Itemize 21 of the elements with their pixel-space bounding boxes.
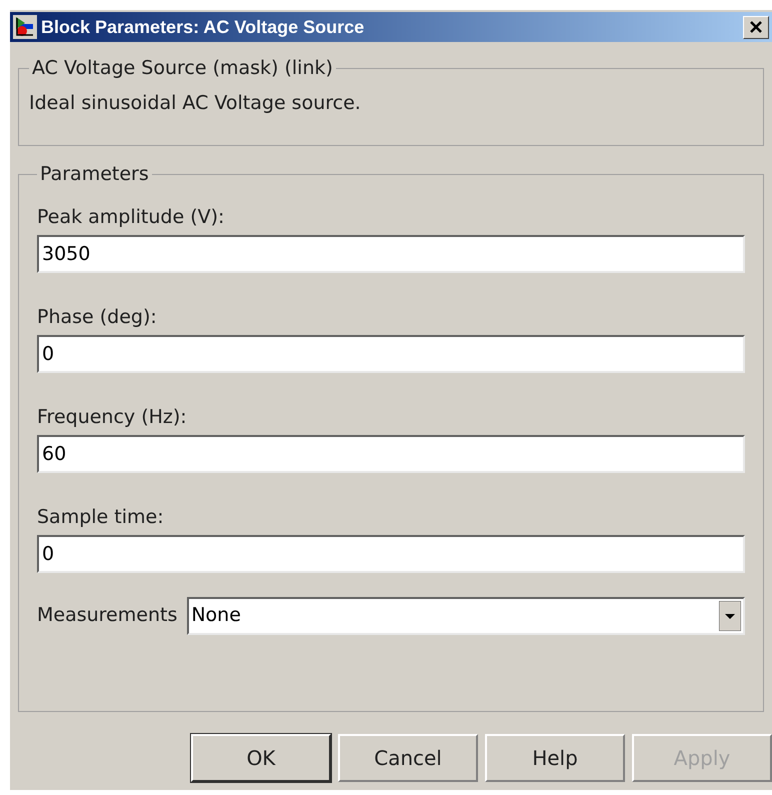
field-label: Peak amplitude (V): xyxy=(37,204,226,230)
dropdown[interactable]: None xyxy=(187,596,745,634)
input-field[interactable]: 0 xyxy=(37,534,745,572)
input-field[interactable]: 0 xyxy=(37,334,745,372)
input-field[interactable]: 3050 xyxy=(37,234,745,272)
field-label: Frequency (Hz): xyxy=(37,404,188,430)
dialog-button[interactable]: Cancel xyxy=(338,734,478,782)
field-label: Phase (deg): xyxy=(37,304,158,330)
group-title: AC Voltage Source (mask) (link) xyxy=(31,56,334,81)
field-label: Sample time: xyxy=(37,504,165,530)
window-title: Block Parameters: AC Voltage Source xyxy=(41,16,366,39)
close-button[interactable] xyxy=(743,16,769,38)
block-icon xyxy=(13,15,37,39)
close-icon xyxy=(750,21,762,33)
dialog-button[interactable]: OK xyxy=(191,734,331,782)
description-text: Ideal sinusoidal AC Voltage source. xyxy=(29,90,362,116)
dialog-button[interactable]: Help xyxy=(485,734,625,782)
group-title: Parameters xyxy=(39,162,150,187)
field-label: Measurements xyxy=(37,603,178,628)
input-field[interactable]: 60 xyxy=(37,434,745,472)
dropdown-arrow-icon xyxy=(719,600,741,630)
